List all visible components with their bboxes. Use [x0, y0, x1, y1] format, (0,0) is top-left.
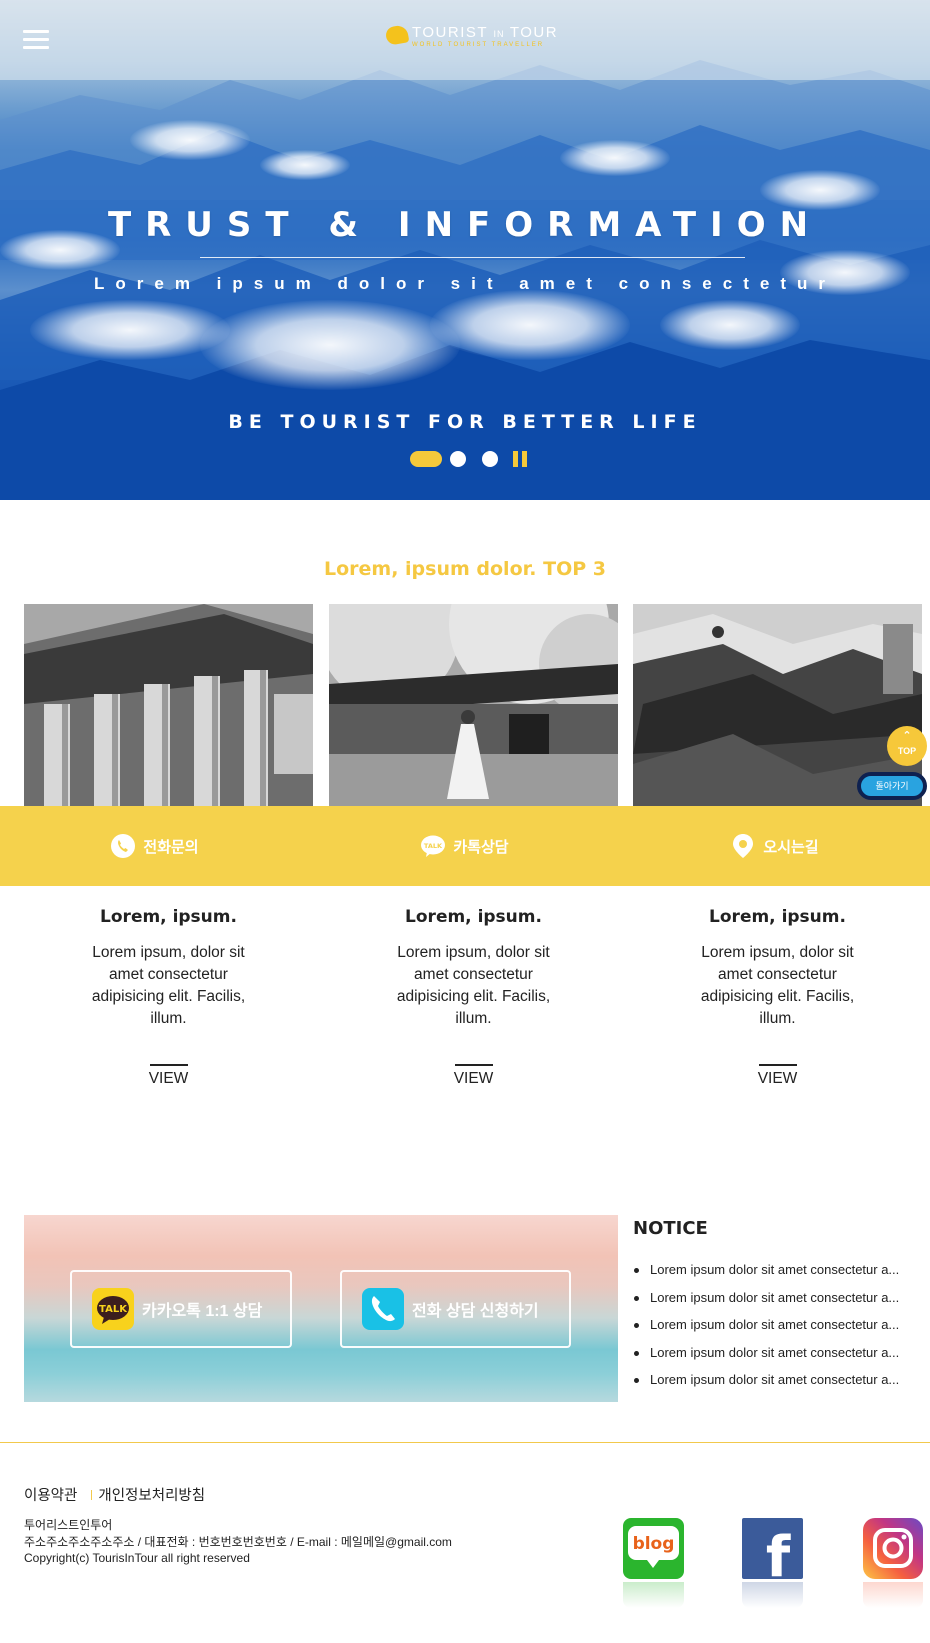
- facebook-icon[interactable]: f: [742, 1518, 803, 1590]
- svg-text:TALK: TALK: [99, 1304, 128, 1315]
- contact-map-button[interactable]: 오시는길: [620, 806, 930, 886]
- footer-info: 투어리스트인투어 주소주소주소주소주소 / 대표전화 : 번호번호번호번호 / …: [24, 1517, 452, 1567]
- logo-mark-icon: [384, 24, 410, 46]
- footer-link-separator: [91, 1490, 93, 1500]
- card-image-palace[interactable]: [329, 604, 618, 806]
- contact-phone-label: 전화문의: [143, 838, 199, 856]
- card-divider: [758, 1064, 797, 1066]
- top3-card-2: Lorem, ipsum. Lorem ipsum, dolor sit ame…: [329, 905, 618, 1088]
- card-view-link[interactable]: VIEW: [633, 1070, 922, 1088]
- hero-tagline: BE TOURIST FOR BETTER LIFE: [228, 411, 702, 433]
- slide-dot-2[interactable]: [450, 451, 466, 467]
- notice-item[interactable]: Lorem ipsum dolor sit amet consectetur a…: [633, 1290, 923, 1318]
- svg-text:TALK: TALK: [424, 842, 443, 850]
- card-title: Lorem, ipsum.: [405, 907, 542, 927]
- hamburger-icon[interactable]: [23, 30, 49, 50]
- consult-panel: TALK 카카오톡 1:1 상담 전화 상담 신청하기: [24, 1215, 618, 1402]
- contact-kakao-label: 카톡상담: [453, 838, 509, 856]
- phone-consult-button[interactable]: 전화 상담 신청하기: [340, 1270, 571, 1348]
- facebook-icon-reflection: [742, 1582, 803, 1608]
- privacy-link[interactable]: 개인정보처리방침: [98, 1488, 205, 1504]
- talk-bubble-icon: TALK: [421, 834, 446, 858]
- phone-consult-label: 전화 상담 신청하기: [412, 1303, 539, 1320]
- footer-links: 이용약관 개인정보처리방침: [24, 1484, 205, 1505]
- logo-text-in: IN: [493, 29, 505, 39]
- contact-bar: 전화문의 TALK 카톡상담 오시는길: [0, 806, 930, 886]
- card-text: Lorem ipsum, dolor sit amet consectetur …: [396, 944, 551, 1027]
- card-divider: [454, 1064, 493, 1066]
- card-image-parthenon[interactable]: [24, 604, 313, 806]
- top3-card-1: Lorem, ipsum. Lorem ipsum, dolor sit ame…: [24, 905, 313, 1088]
- svg-text:blog: blog: [633, 1534, 675, 1554]
- scroll-top-button[interactable]: ⌃ TOP: [887, 726, 927, 766]
- phone-icon: [111, 834, 136, 858]
- logo-text-tourist: TOURIST: [412, 24, 488, 41]
- slide-dot-3[interactable]: [482, 451, 498, 467]
- chevron-up-icon: ⌃: [902, 730, 912, 742]
- card-divider: [149, 1064, 188, 1066]
- card-text: Lorem ipsum, dolor sit amet consectetur …: [700, 944, 855, 1027]
- top3-section-title: Lorem, ipsum dolor. TOP 3: [324, 558, 606, 580]
- hero-divider: [200, 257, 745, 258]
- footer-address: 주소주소주소주소주소 / 대표전화 : 번호번호번호번호 / E-mail : …: [24, 1534, 452, 1549]
- card-text: Lorem ipsum, dolor sit amet consectetur …: [91, 944, 246, 1027]
- card-view-link[interactable]: VIEW: [24, 1070, 313, 1088]
- back-button[interactable]: 돌아가기: [857, 772, 927, 800]
- notice-title: NOTICE: [633, 1218, 708, 1239]
- hero-subtitle: Lorem ipsum dolor sit amet consectetur: [93, 274, 836, 293]
- site-logo[interactable]: TOURIST IN TOUR WORLD TOURIST TRAVELLER: [384, 24, 566, 54]
- slide-dot-1[interactable]: [410, 451, 442, 467]
- top3-card-3: Lorem, ipsum. Lorem ipsum, dolor sit ame…: [633, 905, 922, 1088]
- notice-item[interactable]: Lorem ipsum dolor sit amet consectetur a…: [633, 1262, 923, 1290]
- map-pin-icon: [731, 834, 755, 858]
- contact-map-label: 오시는길: [763, 838, 819, 856]
- kakaotalk-icon: TALK: [92, 1288, 134, 1330]
- svg-text:f: f: [766, 1525, 791, 1579]
- notice-item[interactable]: Lorem ipsum dolor sit amet consectetur a…: [633, 1372, 923, 1400]
- notice-item[interactable]: Lorem ipsum dolor sit amet consectetur a…: [633, 1345, 923, 1373]
- hero-title: TRUST & INFORMATION: [107, 205, 823, 245]
- footer-company: 투어리스트인투어: [24, 1518, 113, 1532]
- blog-icon-reflection: [623, 1582, 684, 1608]
- notice-item[interactable]: Lorem ipsum dolor sit amet consectetur a…: [633, 1317, 923, 1345]
- card-title: Lorem, ipsum.: [100, 907, 237, 927]
- notice-list: Lorem ipsum dolor sit amet consectetur a…: [633, 1262, 923, 1400]
- footer-divider: [0, 1442, 930, 1443]
- blog-icon[interactable]: blog: [623, 1518, 684, 1579]
- kakao-consult-label: 카카오톡 1:1 상담: [142, 1303, 263, 1320]
- kakao-consult-button[interactable]: TALK 카카오톡 1:1 상담: [70, 1270, 292, 1348]
- pause-icon[interactable]: [513, 451, 527, 467]
- terms-link[interactable]: 이용약관: [24, 1488, 77, 1504]
- phone-icon: [362, 1288, 404, 1330]
- instagram-icon-reflection: [863, 1582, 923, 1608]
- footer-copyright: Copyright(c) TourisInTour all right rese…: [24, 1551, 250, 1565]
- contact-phone-button[interactable]: 전화문의: [0, 806, 310, 886]
- instagram-icon[interactable]: [863, 1518, 923, 1579]
- scroll-top-label: TOP: [897, 746, 917, 756]
- logo-subtitle: WORLD TOURIST TRAVELLER: [412, 42, 545, 48]
- card-title: Lorem, ipsum.: [709, 907, 846, 927]
- hero-banner: TOURIST IN TOUR WORLD TOURIST TRAVELLER …: [0, 0, 930, 500]
- logo-text-tour: TOUR: [509, 24, 559, 41]
- contact-kakao-button[interactable]: TALK 카톡상담: [310, 806, 620, 886]
- card-view-link[interactable]: VIEW: [329, 1070, 618, 1088]
